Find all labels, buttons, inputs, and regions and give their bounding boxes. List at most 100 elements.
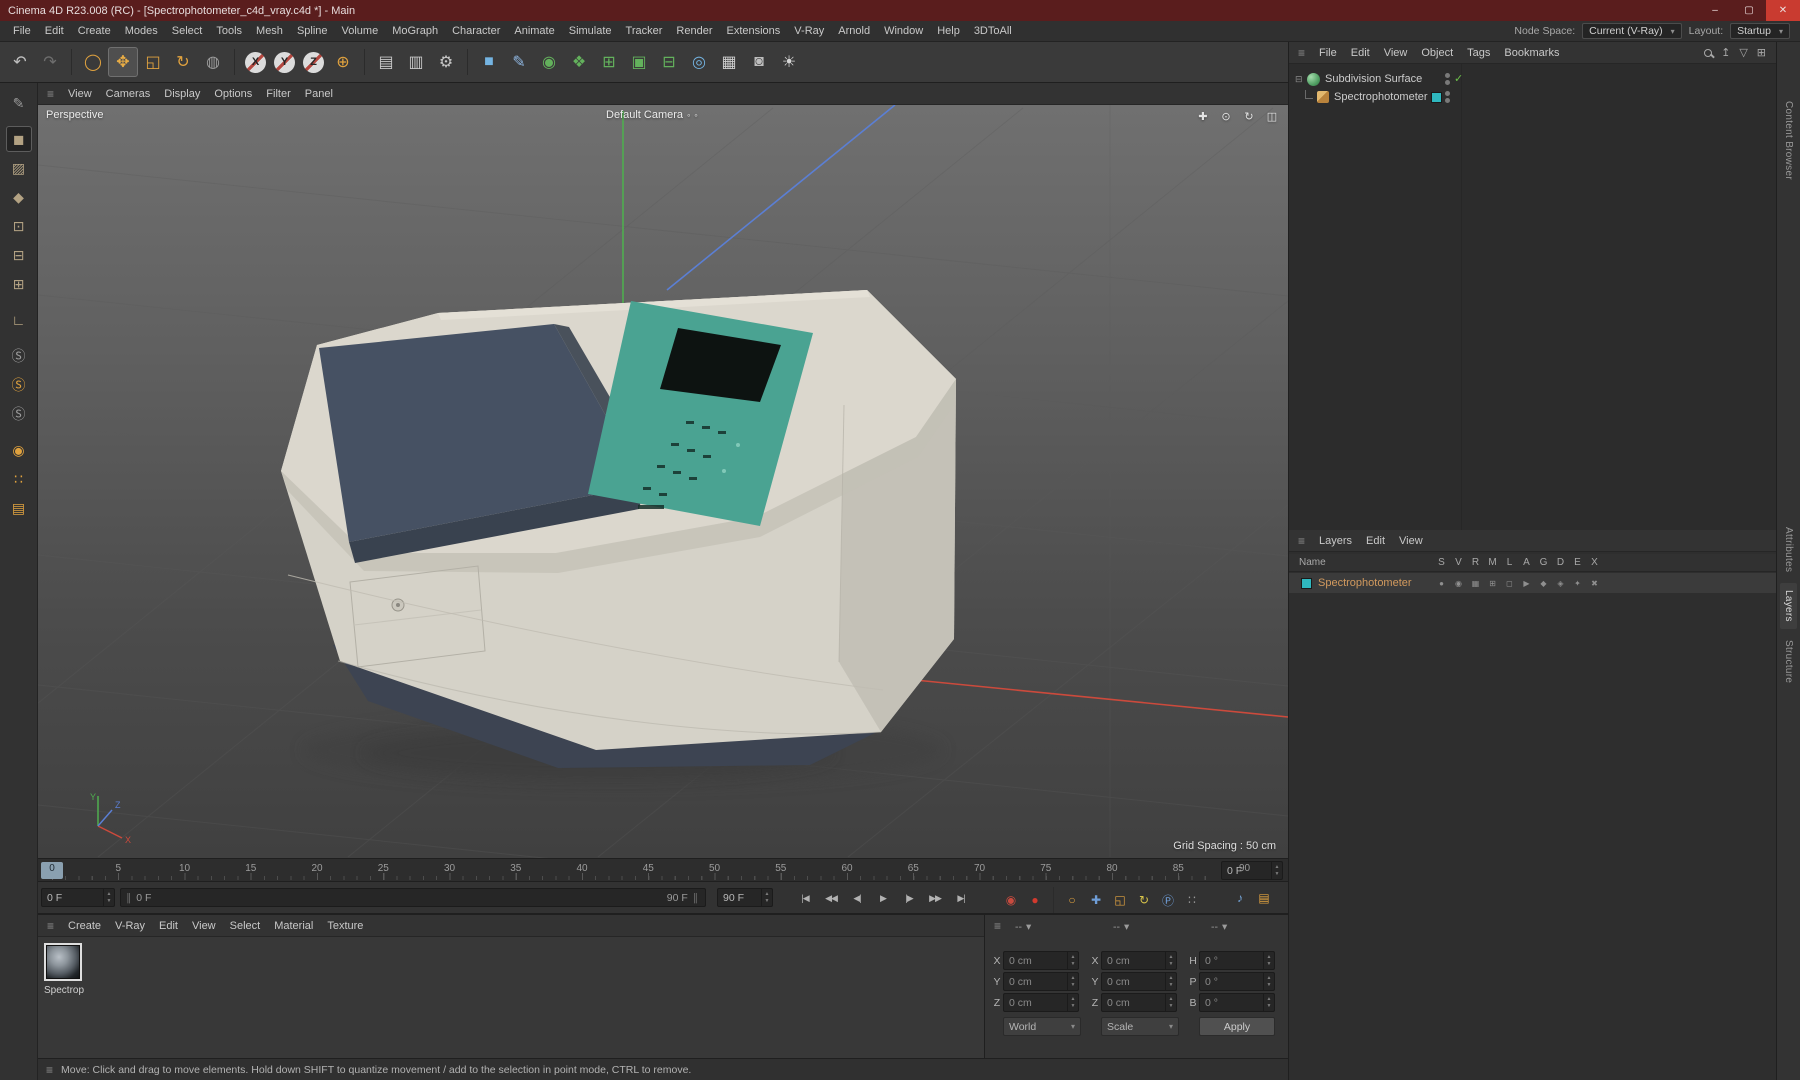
menu-edit[interactable]: Edit [38,25,71,37]
scale-dropdown[interactable]: Scale ▾ [1101,1017,1179,1036]
y-axis-lock-icon[interactable]: Y [274,52,295,73]
layers-menu-edit[interactable]: Edit [1359,535,1392,547]
menu-spline[interactable]: Spline [290,25,335,37]
apply-button[interactable]: Apply [1199,1017,1275,1036]
edges-mode-icon[interactable]: ⊟ [6,242,32,268]
workplane-mode-icon[interactable]: ◆ [6,184,32,210]
spinner[interactable]: ▲ ▼ [1067,994,1078,1011]
layer-deformers-icon[interactable]: ◈ [1552,579,1569,588]
panel-menu-icon[interactable]: ≡ [1291,46,1312,60]
scroll-to-active-icon[interactable]: ↥ [1721,46,1730,59]
materials-menu-select[interactable]: Select [223,920,268,932]
record-position-icon[interactable]: ✚ [1084,889,1108,911]
close-button[interactable]: ✕ [1766,0,1800,21]
material-thumbnail[interactable] [46,945,80,979]
om-menu-bookmarks[interactable]: Bookmarks [1497,47,1566,59]
menu-modes[interactable]: Modes [118,25,165,37]
layer-row-spectrophotometer[interactable]: Spectrophotometer ● ◉ ▦ ⊞ ◻ ▶ ◆ ◈ ✦ ✖ [1289,573,1776,593]
instance-generator-icon[interactable]: ▣ [624,47,654,77]
light-object-icon[interactable]: ☀ [774,47,804,77]
menu-select[interactable]: Select [165,25,210,37]
materials-menu-material[interactable]: Material [267,920,320,932]
object-row-spectrophotometer[interactable]: Spectrophotometer [1289,88,1776,106]
object-label[interactable]: Subdivision Surface [1325,73,1422,85]
menu-animate[interactable]: Animate [507,25,561,37]
keyframe-presets-icon[interactable]: ▤ [1252,887,1276,909]
keyframe-selection-icon[interactable]: ○ [1060,889,1084,911]
zoom-view-icon[interactable]: ⊙ [1218,108,1234,124]
boole-generator-icon[interactable]: ⊟ [654,47,684,77]
spinner[interactable]: ▲ ▼ [1165,952,1176,969]
materials-menu-edit[interactable]: Edit [152,920,185,932]
minimize-button[interactable]: – [1698,0,1732,21]
menu-mograph[interactable]: MoGraph [385,25,445,37]
viewport-menu-display[interactable]: Display [157,88,207,100]
record-keyframe-icon[interactable]: ◉ [999,889,1023,911]
points-mode-icon[interactable]: ⊡ [6,213,32,239]
range-start-grip[interactable]: ∥ [121,892,136,904]
workplane-grid-icon[interactable]: ∷ [6,466,32,492]
layers-menu-view[interactable]: View [1392,535,1430,547]
menu-character[interactable]: Character [445,25,507,37]
spinner[interactable]: ▲ ▼ [1067,952,1078,969]
next-key-button[interactable]: ▶▶ [922,887,948,909]
menu-simulate[interactable]: Simulate [562,25,619,37]
polygons-mode-icon[interactable]: ⊞ [6,271,32,297]
spinner[interactable]: ▲ ▼ [1263,952,1274,969]
pen-spline-icon[interactable]: ✎ [504,47,534,77]
spinner[interactable]: ▲ ▼ [1263,973,1274,990]
spinner[interactable]: ▲ ▼ [1165,994,1176,1011]
object-label[interactable]: Spectrophotometer [1334,91,1428,103]
menu-volume[interactable]: Volume [335,25,386,37]
playback-sound-icon[interactable]: ♪ [1228,887,1252,909]
object-row-subdivision-surface[interactable]: ⊟ Subdivision Surface ✓ [1289,70,1776,88]
visibility-dots-icon[interactable] [1445,73,1450,85]
pos-y-field[interactable]: 0 cm ▲ ▼ [1003,972,1079,991]
world-dropdown[interactable]: World ▾ [1003,1017,1081,1036]
record-rotation-icon[interactable]: ↻ [1132,889,1156,911]
materials-list[interactable]: Spectrop [38,937,984,1058]
layer-expressions-icon[interactable]: ✦ [1569,579,1586,588]
materials-menu-v-ray[interactable]: V-Ray [108,920,152,932]
filter-icon[interactable]: ▽ [1739,46,1747,59]
rotate-tool-icon[interactable]: ↻ [168,47,198,77]
rotation-header-dropdown[interactable]: -- ▾ [1211,921,1227,933]
om-menu-edit[interactable]: Edit [1344,47,1377,59]
node-space-dropdown[interactable]: Current (V-Ray) ▾ [1582,23,1682,39]
om-menu-view[interactable]: View [1377,47,1415,59]
rot-b-field[interactable]: 0 ° ▲ ▼ [1199,993,1275,1012]
render-settings-icon[interactable]: ⚙ [431,47,461,77]
timeline-ruler[interactable]: 0 F ▲ ▼ 0 5 10 15 20 25 30 35 40 45 50 55 60 65 70 75 80 8… [38,858,1288,882]
subdivision-surface-icon[interactable]: ◉ [534,47,564,77]
menu-arnold[interactable]: Arnold [831,25,877,37]
pos-x-field[interactable]: 0 cm ▲ ▼ [1003,951,1079,970]
record-parameter-icon[interactable]: Ⓟ [1156,889,1180,911]
spinner[interactable]: ▲ ▼ [1067,973,1078,990]
z-axis-lock-icon[interactable]: Z [303,52,324,73]
live-selection-icon[interactable]: ◯ [78,47,108,77]
panel-menu-icon[interactable]: ≡ [40,87,61,101]
snap-enable-icon[interactable]: Ⓢ [6,343,32,369]
viewport-menu-cameras[interactable]: Cameras [99,88,158,100]
menu-render[interactable]: Render [669,25,719,37]
status-menu-icon[interactable]: ≡ [46,1063,53,1077]
record-pla-icon[interactable]: ∷ [1180,889,1204,911]
size-header-dropdown[interactable]: -- ▾ [1113,921,1129,933]
menu-v-ray[interactable]: V-Ray [787,25,831,37]
visibility-dots-icon[interactable] [1445,91,1450,103]
column-divider[interactable] [1461,64,1462,530]
viewport-menu-view[interactable]: View [61,88,99,100]
x-axis-lock-icon[interactable]: X [245,52,266,73]
snap-mode-icon[interactable]: Ⓢ [6,401,32,427]
menu-tracker[interactable]: Tracker [619,25,670,37]
viewport-menu-panel[interactable]: Panel [298,88,340,100]
materials-menu-view[interactable]: View [185,920,223,932]
timeline-range-slider[interactable]: ∥ 0 F 90 F ∥ [120,888,706,907]
side-tab-structure[interactable]: Structure [1780,633,1797,690]
menu-tools[interactable]: Tools [209,25,249,37]
rot-h-field[interactable]: 0 ° ▲ ▼ [1199,951,1275,970]
last-tool-icon[interactable]: ◍ [198,47,228,77]
menu-file[interactable]: File [6,25,38,37]
layer-color-chip[interactable] [1431,91,1442,103]
enable-axis-icon[interactable]: ∟ [6,307,32,333]
